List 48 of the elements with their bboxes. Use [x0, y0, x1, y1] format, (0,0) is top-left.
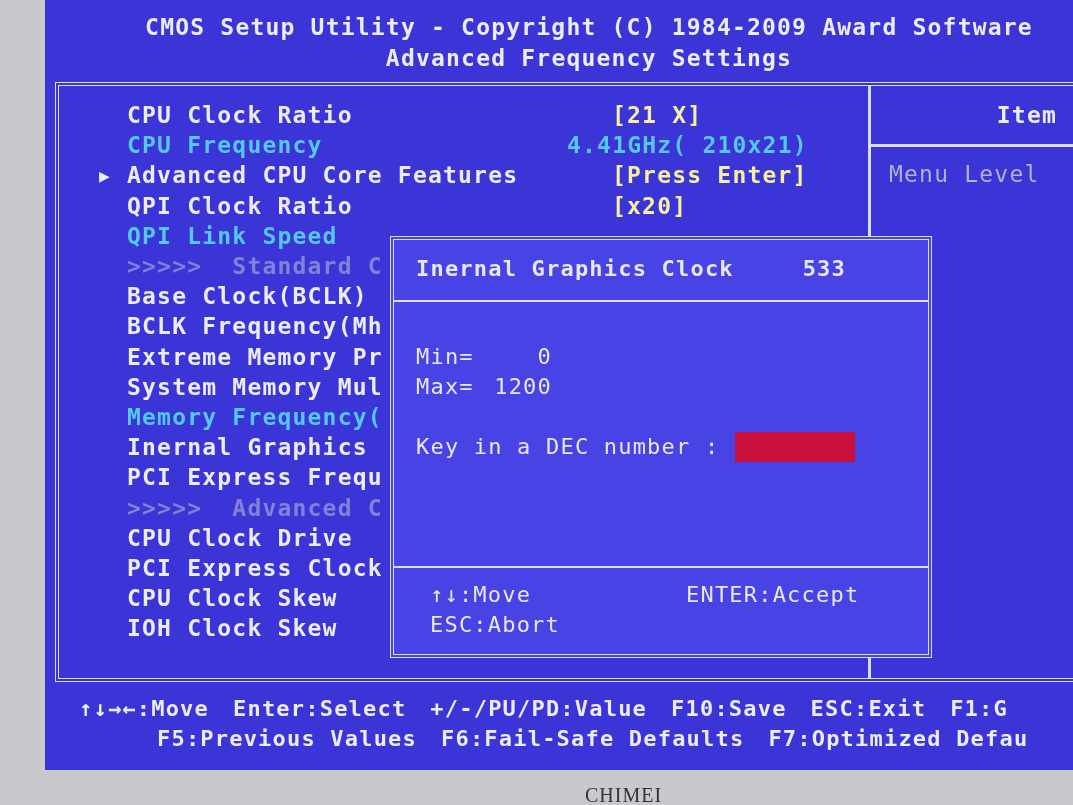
min-label: Min=	[416, 343, 475, 371]
menu-level: Menu Level	[888, 160, 1041, 187]
input-prompt: Key in a DEC number :	[416, 433, 720, 461]
current-value: 533	[802, 256, 846, 283]
menu-item[interactable]: System Memory Mul	[127, 373, 383, 400]
setting-value: 4.41GHz( 210x21)	[567, 132, 809, 159]
key-hint: ESC:Abort	[430, 611, 561, 639]
menu-item[interactable]: PCI Express Clock	[127, 554, 383, 581]
key-hint: +/-/PU/PD:Value	[430, 695, 648, 723]
key-hint: F6:Fail-Safe Defaults	[441, 725, 745, 753]
key-hint: F5:Previous Values	[157, 725, 417, 753]
dialog-title: Inernal Graphics Clock	[416, 256, 734, 283]
menu-item[interactable]: CPU Clock Drive	[127, 524, 353, 551]
setting-value[interactable]: [x20]	[612, 192, 868, 219]
menu-item[interactable]: Inernal Graphics	[127, 434, 368, 461]
key-hint: Enter:Select	[233, 695, 407, 723]
key-hint: ENTER:Accept	[686, 581, 861, 609]
page-title: Advanced Frequency Settings	[385, 44, 793, 73]
max-value: 1200	[493, 373, 552, 401]
max-label: Max=	[416, 373, 475, 401]
menu-item[interactable]: IOH Clock Skew	[127, 615, 338, 642]
key-hint: F10:Save	[671, 695, 787, 723]
utility-title: CMOS Setup Utility - Copyright (C) 1984-2009 Award Software	[145, 13, 1033, 42]
menu-item[interactable]: CPU Clock Ratio	[127, 102, 353, 129]
menu-item[interactable]: Extreme Memory Pr	[127, 343, 383, 370]
key-hint: ↑↓→←:Move	[79, 695, 209, 723]
section-header: >>>>> Advanced C	[127, 494, 383, 521]
setting-value[interactable]: [Press Enter]	[612, 162, 868, 189]
menu-item[interactable]: QPI Clock Ratio	[127, 192, 353, 219]
key-hint: F7:Optimized Defau	[768, 725, 1029, 753]
key-hint: ESC:Exit	[810, 695, 927, 723]
monitor-brand: CHIMEI	[585, 784, 663, 805]
key-hint: ↑↓:Move	[430, 581, 533, 609]
menu-item[interactable]: QPI Link Speed	[127, 222, 338, 249]
min-value: 0	[536, 343, 552, 371]
number-field[interactable]	[735, 432, 856, 462]
key-hint: F1:G	[950, 695, 1008, 723]
menu-item[interactable]: Advanced CPU Core Features	[127, 162, 519, 189]
help-title: Item	[996, 102, 1057, 128]
menu-item[interactable]: PCI Express Frequ	[127, 464, 383, 491]
menu-item[interactable]: Memory Frequency(	[127, 403, 383, 430]
section-header: >>>>> Standard C	[127, 253, 383, 280]
menu-item[interactable]: CPU Frequency	[127, 132, 323, 159]
setting-value[interactable]: [21 X]	[612, 102, 868, 129]
menu-item[interactable]: BCLK Frequency(Mh	[127, 313, 383, 340]
submenu-marker: ▶	[99, 164, 113, 186]
menu-item[interactable]: Base Clock(BCLK)	[127, 283, 368, 310]
menu-item[interactable]: CPU Clock Skew	[127, 585, 338, 612]
